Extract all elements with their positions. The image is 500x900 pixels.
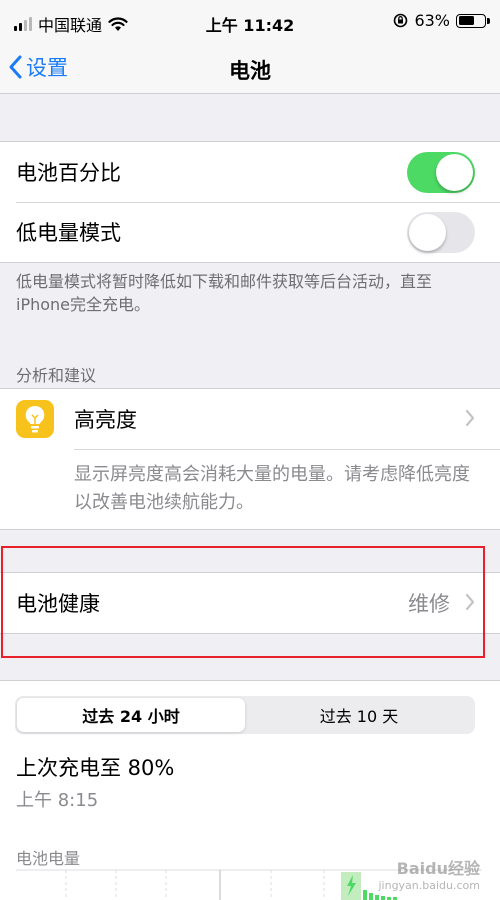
low-power-mode-label: 低电量模式: [16, 221, 121, 245]
segment-past-10-days[interactable]: 过去 10 天: [245, 698, 473, 732]
chart-bar: [381, 896, 385, 900]
status-bar: 中国联通 上午 11:42 63%: [0, 0, 500, 44]
battery-percentage-label: 电池百分比: [16, 161, 121, 185]
last-charge-text: 上次充电至 80%: [16, 756, 175, 780]
chart-bar: [363, 890, 367, 900]
battery-percentage-toggle[interactable]: [407, 152, 475, 193]
watermark: Baidu经验 jingyan.baidu.com: [378, 860, 480, 894]
page-title: 电池: [229, 59, 271, 83]
battery-icon: [456, 13, 490, 28]
battery-health-label: 电池健康: [16, 592, 100, 616]
low-power-mode-toggle[interactable]: [407, 212, 475, 253]
time-range-segmented-control: 过去 24 小时 过去 10 天: [15, 696, 475, 734]
navigation-bar: 设置 电池: [0, 44, 500, 94]
battery-health-status: 维修: [408, 592, 450, 616]
lightbulb-icon: [16, 400, 54, 438]
segment-past-24-hours[interactable]: 过去 24 小时: [17, 698, 245, 732]
low-power-footnote: 低电量模式将暂时降低如下载和邮件获取等后台活动，直至iPhone完全充电。: [16, 272, 433, 314]
battery-percentage-row: 电池百分比: [0, 142, 500, 202]
last-charge-time: 上午 8:15: [16, 790, 99, 811]
chevron-right-icon: [465, 593, 475, 611]
orientation-lock-icon: [394, 13, 408, 28]
insights-section-header: 分析和建议: [16, 366, 97, 385]
battery-health-row[interactable]: 电池健康 维修: [0, 573, 500, 633]
battery-health-group: 电池健康 维修: [0, 572, 500, 634]
watermark-sub: jingyan.baidu.com: [378, 879, 480, 892]
watermark-main: Baidu经验: [396, 859, 480, 878]
chart-bar: [369, 893, 373, 900]
high-brightness-description: 显示屏亮度高会消耗大量的电量。请考虑降低亮度以改善电池续航能力。: [0, 449, 500, 529]
battery-fill: [458, 16, 475, 25]
battery-settings-group: 电池百分比 低电量模式: [0, 141, 500, 263]
high-brightness-row[interactable]: 高亮度: [0, 389, 500, 449]
status-right: 63%: [393, 11, 490, 30]
chevron-right-icon: [465, 409, 475, 427]
battery-percent-text: 63%: [414, 11, 450, 30]
chart-bar: [375, 895, 379, 900]
low-power-mode-row: 低电量模式: [0, 202, 500, 262]
high-brightness-title: 高亮度: [74, 408, 137, 432]
insights-group: 高亮度 显示屏亮度高会消耗大量的电量。请考虑降低亮度以改善电池续航能力。: [0, 388, 500, 530]
